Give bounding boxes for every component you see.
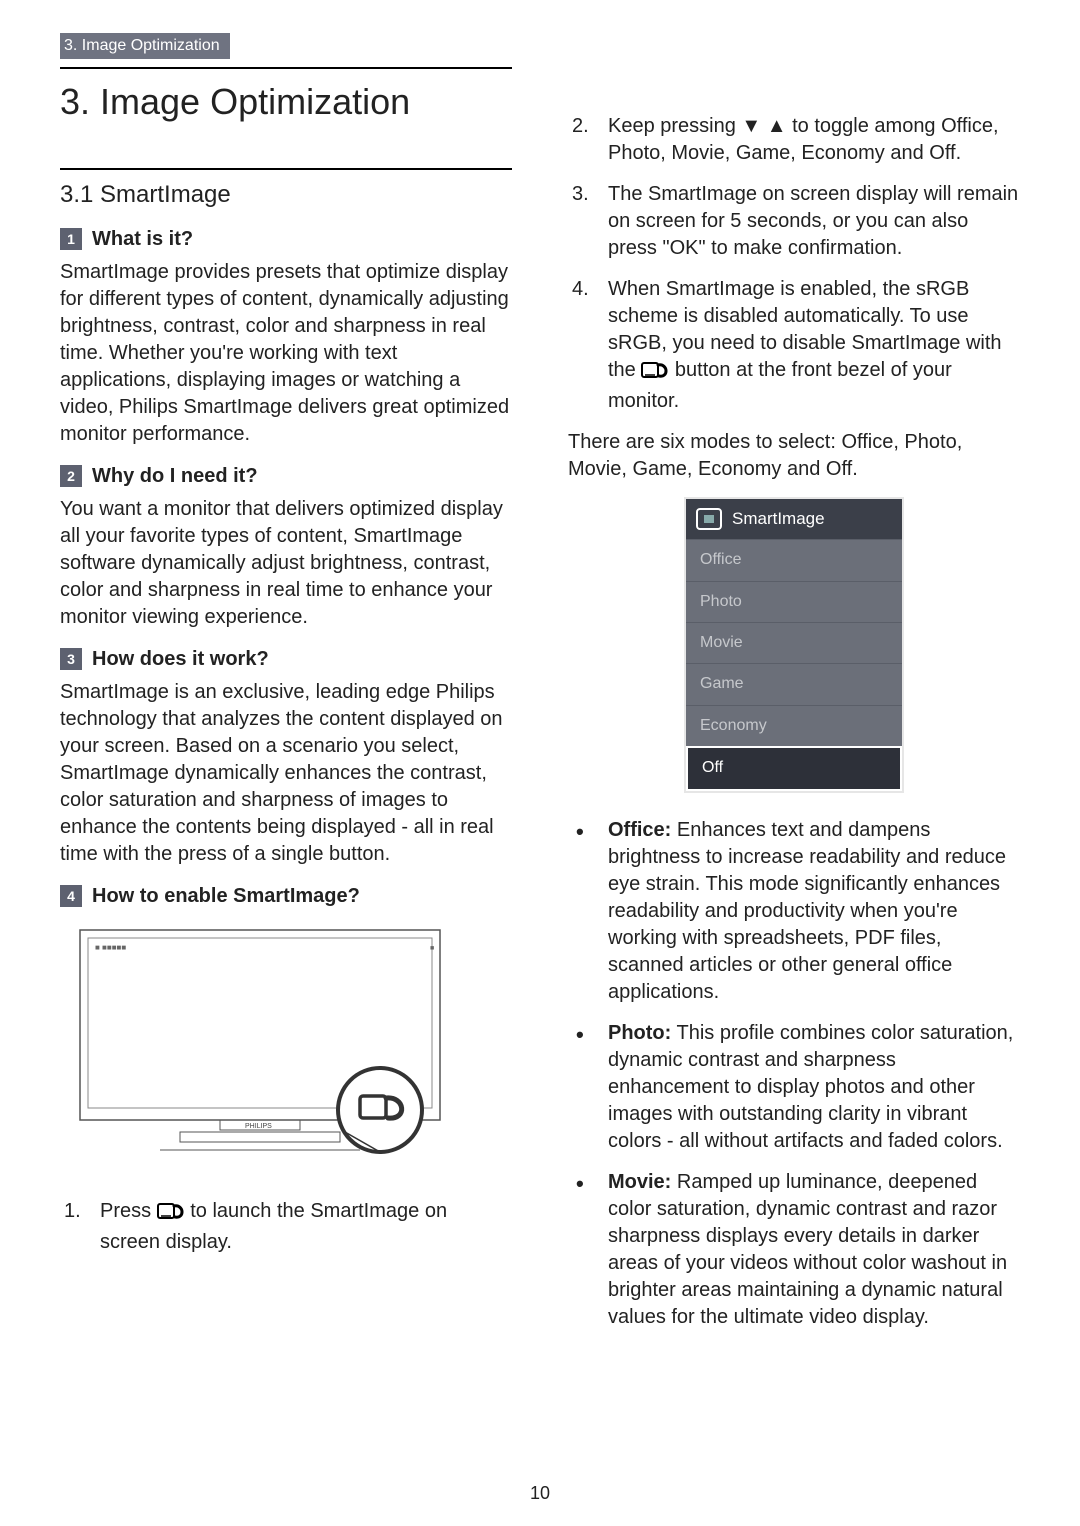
right-column: Keep pressing ▼ ▲ to toggle among Office…: [568, 67, 1020, 1344]
numbox-3-icon: 3: [60, 648, 82, 670]
bullet-photo: Photo: This profile combines color satur…: [568, 1020, 1020, 1155]
numbox-4-icon: 4: [60, 885, 82, 907]
svg-text:■: ■: [430, 945, 434, 952]
chapter-rule: [60, 67, 512, 69]
osd-item-movie: Movie: [686, 622, 902, 663]
q3-body: SmartImage is an exclusive, leading edge…: [60, 679, 512, 868]
step-3: The SmartImage on screen display will re…: [568, 181, 1020, 262]
office-label: Office:: [608, 819, 671, 841]
osd-item-photo: Photo: [686, 581, 902, 622]
monitor-illustration-icon: ■ ■■■■■ ■ PHILIPS: [60, 920, 480, 1180]
svg-text:■ ■■■■■: ■ ■■■■■: [95, 943, 126, 952]
q3-heading: 3 How does it work?: [60, 645, 512, 673]
step-1: Press to launch the SmartImage on screen…: [60, 1198, 512, 1256]
header-tab: 3. Image Optimization: [60, 33, 230, 59]
osd-item-off: Off: [686, 746, 902, 790]
osd-item-economy: Economy: [686, 705, 902, 746]
osd-item-office: Office: [686, 539, 902, 580]
section-rule: [60, 168, 512, 170]
q2-label: Why do I need it?: [92, 462, 258, 490]
q2-heading: 2 Why do I need it?: [60, 462, 512, 490]
osd-items: OfficePhotoMovieGameEconomyOff: [686, 539, 902, 790]
osd-title-text: SmartImage: [732, 507, 825, 531]
chapter-title: 3. Image Optimization: [60, 77, 512, 127]
numbox-1-icon: 1: [60, 228, 82, 250]
q1-label: What is it?: [92, 225, 193, 253]
q3-label: How does it work?: [92, 645, 269, 673]
two-column-layout: 3. Image Optimization 3.1 SmartImage 1 W…: [60, 67, 1020, 1344]
q2-body: You want a monitor that delivers optimiz…: [60, 496, 512, 631]
steps-left: Press to launch the SmartImage on screen…: [60, 1198, 512, 1256]
smartimage-button-icon: [157, 1201, 185, 1229]
step-2: Keep pressing ▼ ▲ to toggle among Office…: [568, 113, 1020, 167]
osd-item-game: Game: [686, 663, 902, 704]
left-column: 3. Image Optimization 3.1 SmartImage 1 W…: [60, 67, 512, 1344]
numbox-2-icon: 2: [60, 465, 82, 487]
smartimage-osd-icon: [696, 508, 722, 530]
modes-intro: There are six modes to select: Office, P…: [568, 429, 1020, 483]
page-number: 10: [0, 1481, 1080, 1506]
bullet-office: Office: Enhances text and dampens bright…: [568, 817, 1020, 1006]
photo-label: Photo:: [608, 1022, 671, 1044]
smartimage-button-icon: [641, 360, 669, 388]
osd-title-row: SmartImage: [686, 499, 902, 539]
movie-body: Ramped up luminance, deepened color satu…: [608, 1171, 1007, 1328]
q1-body: SmartImage provides presets that optimiz…: [60, 259, 512, 448]
step1-text-a: Press: [100, 1200, 157, 1222]
steps-right: Keep pressing ▼ ▲ to toggle among Office…: [568, 113, 1020, 415]
osd-menu: SmartImage OfficePhotoMovieGameEconomyOf…: [684, 497, 904, 792]
monitor-brand: PHILIPS: [245, 1123, 272, 1130]
q1-heading: 1 What is it?: [60, 225, 512, 253]
section-title: 3.1 SmartImage: [60, 178, 512, 212]
q4-label: How to enable SmartImage?: [92, 882, 360, 910]
q4-heading: 4 How to enable SmartImage?: [60, 882, 512, 910]
bullet-movie: Movie: Ramped up luminance, deepened col…: [568, 1169, 1020, 1331]
movie-label: Movie:: [608, 1171, 671, 1193]
office-body: Enhances text and dampens brightness to …: [608, 819, 1006, 1003]
monitor-figure: ■ ■■■■■ ■ PHILIPS: [60, 920, 480, 1180]
mode-bullets: Office: Enhances text and dampens bright…: [568, 817, 1020, 1331]
step-4: When SmartImage is enabled, the sRGB sch…: [568, 276, 1020, 415]
